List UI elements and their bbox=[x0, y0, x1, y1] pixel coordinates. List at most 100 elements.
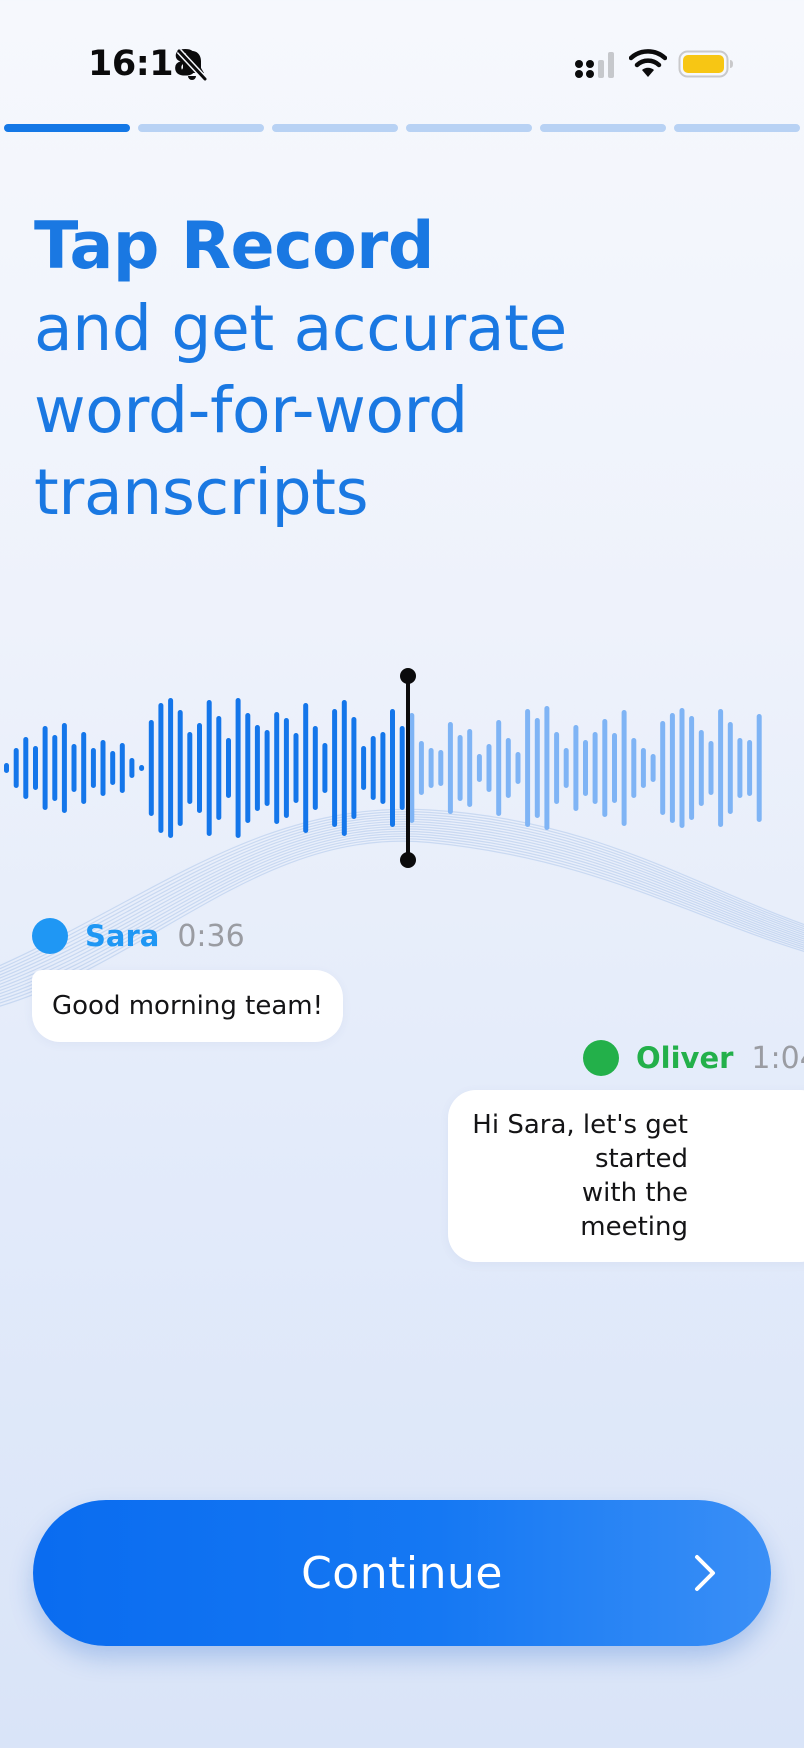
waveform-bar bbox=[602, 719, 608, 817]
waveform-bar bbox=[187, 732, 193, 804]
waveform-bar bbox=[332, 709, 338, 827]
speaker-timestamp: 0:36 bbox=[177, 918, 245, 954]
progress-segment bbox=[272, 124, 398, 132]
waveform-bar bbox=[534, 718, 540, 818]
playhead-handle[interactable] bbox=[400, 852, 416, 868]
waveform-bar bbox=[61, 723, 67, 813]
waveform-bar bbox=[274, 712, 280, 824]
waveform-bar bbox=[737, 738, 743, 798]
waveform-bar bbox=[351, 717, 357, 819]
headline-bold: Tap Record bbox=[34, 209, 434, 284]
waveform-bar bbox=[361, 746, 367, 790]
waveform-bar bbox=[544, 706, 550, 830]
waveform-bar bbox=[158, 703, 164, 833]
waveform-bar bbox=[264, 730, 270, 806]
progress-segment bbox=[4, 124, 130, 132]
speaker-row-oliver: Oliver 1:04 bbox=[583, 1040, 804, 1076]
waveform-bar bbox=[409, 713, 415, 823]
waveform-bar bbox=[747, 740, 753, 796]
waveform-bar bbox=[486, 744, 492, 792]
waveform-bar bbox=[13, 748, 19, 788]
waveform-bar bbox=[33, 746, 38, 790]
waveform-bar bbox=[399, 726, 405, 810]
waveform-bar bbox=[312, 726, 318, 810]
waveform-bar bbox=[168, 698, 174, 838]
waveform-bar bbox=[467, 729, 473, 807]
battery-icon bbox=[678, 50, 733, 78]
waveform-bar bbox=[100, 740, 106, 796]
bell-off-icon bbox=[176, 48, 208, 82]
waveform-bar bbox=[718, 709, 724, 827]
waveform-bar bbox=[110, 751, 116, 785]
waveform-bar bbox=[341, 700, 347, 836]
waveform-bar bbox=[631, 738, 637, 798]
progress-segment bbox=[540, 124, 666, 132]
headline-line: word-for-word bbox=[34, 374, 468, 447]
progress-segment bbox=[138, 124, 264, 132]
waveform-bar bbox=[206, 700, 212, 836]
waveform-bar bbox=[235, 698, 241, 838]
waveform-bar bbox=[727, 722, 733, 814]
waveform-bar bbox=[197, 723, 202, 813]
waveform-bar bbox=[447, 722, 453, 814]
waveform-bar bbox=[390, 709, 395, 827]
waveform-bar bbox=[660, 721, 666, 815]
audio-waveform[interactable] bbox=[0, 660, 804, 870]
waveform-bar bbox=[71, 744, 77, 792]
waveform-bar bbox=[303, 703, 309, 833]
wifi-icon bbox=[629, 49, 667, 77]
waveform-bar bbox=[438, 750, 444, 786]
speaker-timestamp: 1:04 bbox=[751, 1040, 804, 1076]
waveform-bar bbox=[254, 725, 260, 811]
waveform-bar bbox=[621, 710, 627, 826]
waveform-bar bbox=[669, 713, 675, 823]
message-bubble: Good morning team! bbox=[32, 970, 344, 1042]
waveform-bar bbox=[129, 758, 135, 778]
headline-line: and get accurate bbox=[34, 292, 568, 365]
waveform-bar bbox=[756, 714, 762, 822]
waveform-bar bbox=[380, 732, 386, 804]
waveform-bar bbox=[563, 748, 569, 788]
message-text: with the meeting bbox=[580, 1178, 688, 1242]
playhead-handle[interactable] bbox=[400, 668, 416, 684]
waveform-bar bbox=[226, 738, 231, 798]
waveform-bar bbox=[457, 735, 463, 801]
waveform-bar bbox=[428, 748, 434, 788]
waveform-bar bbox=[283, 718, 289, 818]
chevron-right-icon bbox=[695, 1555, 715, 1591]
waveform-bar bbox=[418, 741, 424, 795]
message-bubble: Hi Sara, let's get started with the meet… bbox=[448, 1090, 804, 1262]
continue-button[interactable]: Continue bbox=[33, 1500, 771, 1646]
waveform-bar bbox=[650, 754, 656, 782]
waveform-bar bbox=[573, 725, 579, 811]
waveform-bar bbox=[708, 741, 714, 795]
waveform-bar bbox=[139, 765, 145, 771]
waveform-bar bbox=[81, 732, 87, 804]
waveform-bar bbox=[370, 736, 376, 800]
waveform-bar bbox=[4, 763, 9, 773]
message-text: Good morning team! bbox=[52, 991, 324, 1021]
waveform-bar bbox=[689, 716, 695, 820]
message-text: Hi Sara, let's get started bbox=[472, 1110, 688, 1174]
progress-segment bbox=[674, 124, 800, 132]
waveform-bar bbox=[216, 716, 222, 820]
onboarding-progress bbox=[4, 124, 800, 132]
waveform-bar bbox=[476, 754, 482, 782]
waveform-bar bbox=[177, 710, 183, 826]
waveform-bar bbox=[525, 709, 531, 827]
headline-line: transcripts bbox=[34, 456, 369, 529]
waveform-bar bbox=[554, 732, 560, 804]
waveform-bar bbox=[52, 735, 58, 801]
waveform-bar bbox=[293, 733, 299, 803]
waveform-bar bbox=[148, 720, 154, 816]
speaker-row-sara: Sara 0:36 bbox=[32, 918, 245, 954]
waveform-bar bbox=[496, 720, 502, 816]
cellular-signal-icon bbox=[575, 52, 614, 78]
waveform-bar bbox=[612, 733, 617, 803]
waveform-bar bbox=[679, 708, 685, 828]
waveform-bar bbox=[42, 726, 48, 810]
continue-label: Continue bbox=[301, 1547, 503, 1599]
waveform-bar bbox=[245, 713, 251, 823]
headline: Tap Record and get accurate word-for-wor… bbox=[34, 206, 774, 534]
waveform-bar bbox=[322, 743, 328, 793]
